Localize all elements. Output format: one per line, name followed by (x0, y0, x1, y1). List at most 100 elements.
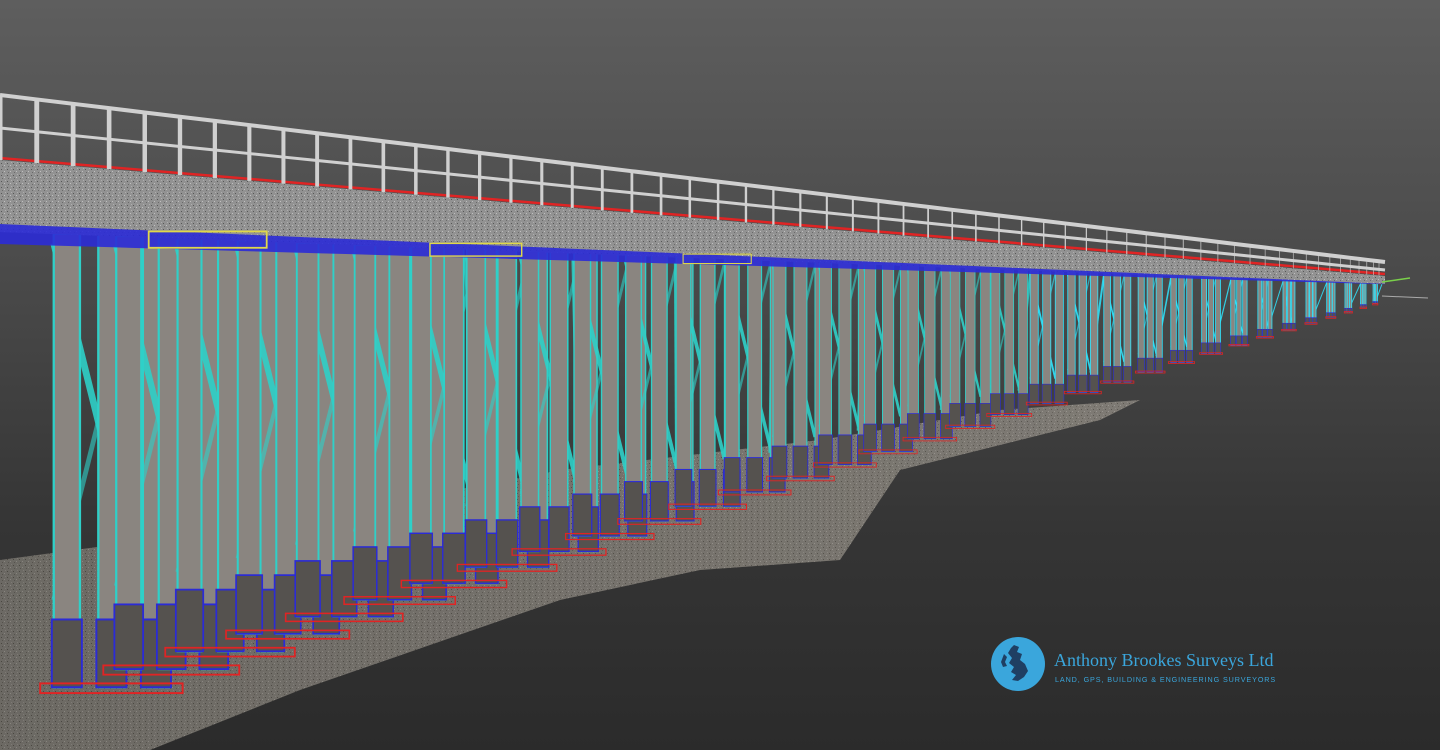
pile-leg (1146, 274, 1154, 373)
pile-footing (1078, 374, 1088, 393)
pier-bent (1228, 277, 1250, 347)
pile-footing (923, 413, 937, 440)
pile-footing (792, 445, 809, 479)
pile-leg (1054, 270, 1064, 404)
pier-bent (400, 246, 508, 589)
pile-leg (1257, 278, 1263, 338)
company-logo: Anthony Brookes Surveys Ltd LAND, GPS, B… (990, 636, 1290, 692)
pile-leg (1004, 268, 1015, 416)
pile-footing (235, 574, 264, 635)
pile-leg (675, 256, 692, 507)
pile-leg (1137, 274, 1145, 373)
globe-map-icon (991, 637, 1045, 691)
pile-footing (1230, 335, 1236, 346)
pile-leg (1155, 274, 1163, 373)
pile-leg (1113, 272, 1122, 383)
pile-footing (1103, 366, 1112, 383)
pile-footing (1282, 322, 1287, 331)
pile-footing (1331, 312, 1336, 318)
pile-leg (1242, 277, 1248, 346)
pile-footing (1236, 335, 1242, 346)
pile-leg (907, 265, 919, 440)
pile-footing (495, 519, 519, 568)
pile-footing (818, 434, 833, 465)
pile-leg (699, 256, 716, 507)
pile-footing (624, 481, 643, 522)
pier-legs (39, 232, 1383, 695)
pile-footing (572, 493, 593, 537)
pile-footing (1029, 383, 1040, 404)
axis-marker (1381, 277, 1429, 299)
pile-footing (1257, 328, 1263, 338)
pile-leg (818, 262, 832, 466)
pile-footing (863, 423, 877, 452)
pile-footing (723, 457, 741, 493)
pier-bent (284, 241, 404, 623)
pile-footing (387, 546, 413, 601)
pile-leg (1286, 279, 1292, 331)
pier-bent (902, 265, 958, 442)
pile-footing (1214, 342, 1222, 354)
pile-leg (1067, 271, 1076, 393)
pile-leg (1326, 281, 1330, 318)
pile-footing (881, 423, 895, 452)
pile-leg (965, 267, 976, 427)
pier-bent (1199, 276, 1232, 355)
pile-footing (1123, 366, 1132, 383)
pile-leg (924, 265, 936, 440)
pile-leg (1363, 282, 1367, 308)
pile-footing (1329, 312, 1333, 318)
pile-footing (964, 403, 977, 427)
pile-leg (980, 267, 991, 427)
pile-footing (1041, 383, 1052, 404)
pile-footing (979, 403, 992, 427)
pile-footing (649, 481, 669, 522)
pile-footing (771, 445, 788, 479)
pile-footing (1309, 317, 1313, 324)
pile-leg (1309, 280, 1313, 324)
pile-leg (949, 267, 961, 427)
pile-footing (837, 434, 853, 465)
base-beam (1372, 303, 1379, 306)
pile-leg (990, 268, 1001, 416)
pile-leg (1331, 281, 1336, 318)
pile-leg (1186, 275, 1193, 363)
pile-leg (882, 263, 895, 452)
pile-leg (1312, 280, 1317, 324)
pier-bent (945, 267, 996, 429)
pile-footing (1178, 349, 1185, 363)
base-beam (1343, 311, 1353, 314)
pile-leg (724, 258, 740, 493)
pile-leg (1215, 276, 1221, 354)
pile-footing (1054, 383, 1065, 404)
pier-bent (1304, 280, 1328, 325)
pile-leg (838, 262, 852, 466)
pile-leg (772, 260, 787, 479)
base-beam (1304, 322, 1318, 325)
pile-footing (674, 468, 693, 507)
logo-tagline: LAND, GPS, BUILDING & ENGINEERING SURVEY… (1055, 675, 1277, 684)
pier-bent (1372, 283, 1383, 306)
pier-bent (1255, 278, 1284, 339)
pile-footing (1066, 374, 1076, 393)
pile-leg (1262, 278, 1268, 338)
pile-leg (1208, 276, 1214, 354)
pile-footing (1003, 393, 1015, 415)
pile-leg (1090, 271, 1099, 393)
base-beam (1359, 306, 1367, 309)
pile-footing (1146, 357, 1154, 373)
pile-footing (1089, 374, 1099, 393)
pile-leg (1236, 277, 1242, 346)
pier-bent (1343, 282, 1361, 314)
pile-footing (442, 532, 466, 584)
pile-leg (793, 260, 808, 479)
pile-leg (864, 263, 877, 452)
pile-footing (409, 532, 434, 584)
pile-leg (1078, 271, 1087, 393)
pile-leg (1018, 268, 1028, 416)
pier-bent (1063, 271, 1105, 395)
pile-leg (1329, 281, 1333, 318)
pile-footing (599, 493, 620, 537)
pile-footing (464, 519, 488, 568)
pile-footing (548, 506, 570, 552)
